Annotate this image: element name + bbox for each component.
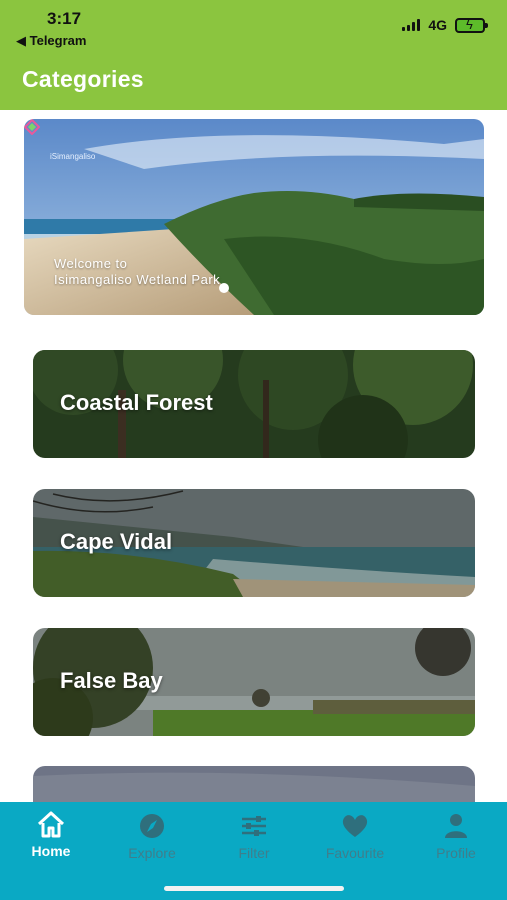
hero-caption: Welcome to Isimangaliso Wetland Park: [54, 256, 220, 288]
network-type: 4G: [428, 17, 447, 33]
tab-favourite[interactable]: Favourite: [310, 812, 400, 861]
category-label: False Bay: [60, 668, 163, 693]
category-card-cape-vidal[interactable]: Cape Vidal: [33, 489, 475, 597]
tab-label: Explore: [128, 845, 176, 861]
status-time: 3:17: [47, 9, 82, 28]
compass-icon: [140, 814, 164, 838]
home-indicator[interactable]: [164, 886, 344, 891]
category-label: Coastal Forest: [60, 390, 213, 415]
category-card-false-bay[interactable]: False Bay: [33, 628, 475, 736]
hero-caption-line1: Welcome to: [54, 256, 128, 271]
tab-home[interactable]: Home: [6, 810, 96, 859]
user-icon: [445, 814, 467, 838]
tab-label: Filter: [238, 845, 270, 861]
carousel-dot[interactable]: [219, 283, 229, 293]
app-header: 3:17 ◀ Telegram 4G ϟ Categories: [0, 0, 507, 110]
tab-label: Home: [31, 843, 71, 859]
tab-label: Profile: [436, 845, 476, 861]
tab-label: Favourite: [325, 845, 385, 861]
back-to-telegram-link[interactable]: ◀ Telegram: [16, 33, 86, 49]
park-logo-icon: [24, 119, 40, 135]
status-indicators: 4G ϟ: [402, 17, 488, 33]
page-title: Categories: [22, 66, 144, 92]
home-icon: [37, 811, 65, 838]
hero-banner[interactable]: iSimangaliso Welcome to Isimangaliso Wet…: [24, 119, 484, 315]
tab-profile[interactable]: Profile: [411, 812, 501, 861]
heart-icon: [342, 815, 368, 837]
hero-caption-line2: Isimangaliso Wetland Park: [54, 272, 221, 287]
sliders-icon: [242, 816, 266, 836]
category-card-coastal-forest[interactable]: Coastal Forest: [33, 350, 475, 458]
signal-icon: [402, 19, 421, 31]
tab-explore[interactable]: Explore: [107, 812, 197, 861]
tab-filter[interactable]: Filter: [209, 812, 299, 861]
battery-icon: ϟ: [455, 17, 488, 33]
logo-text: iSimangaliso: [50, 152, 96, 161]
category-label: Cape Vidal: [60, 529, 173, 554]
